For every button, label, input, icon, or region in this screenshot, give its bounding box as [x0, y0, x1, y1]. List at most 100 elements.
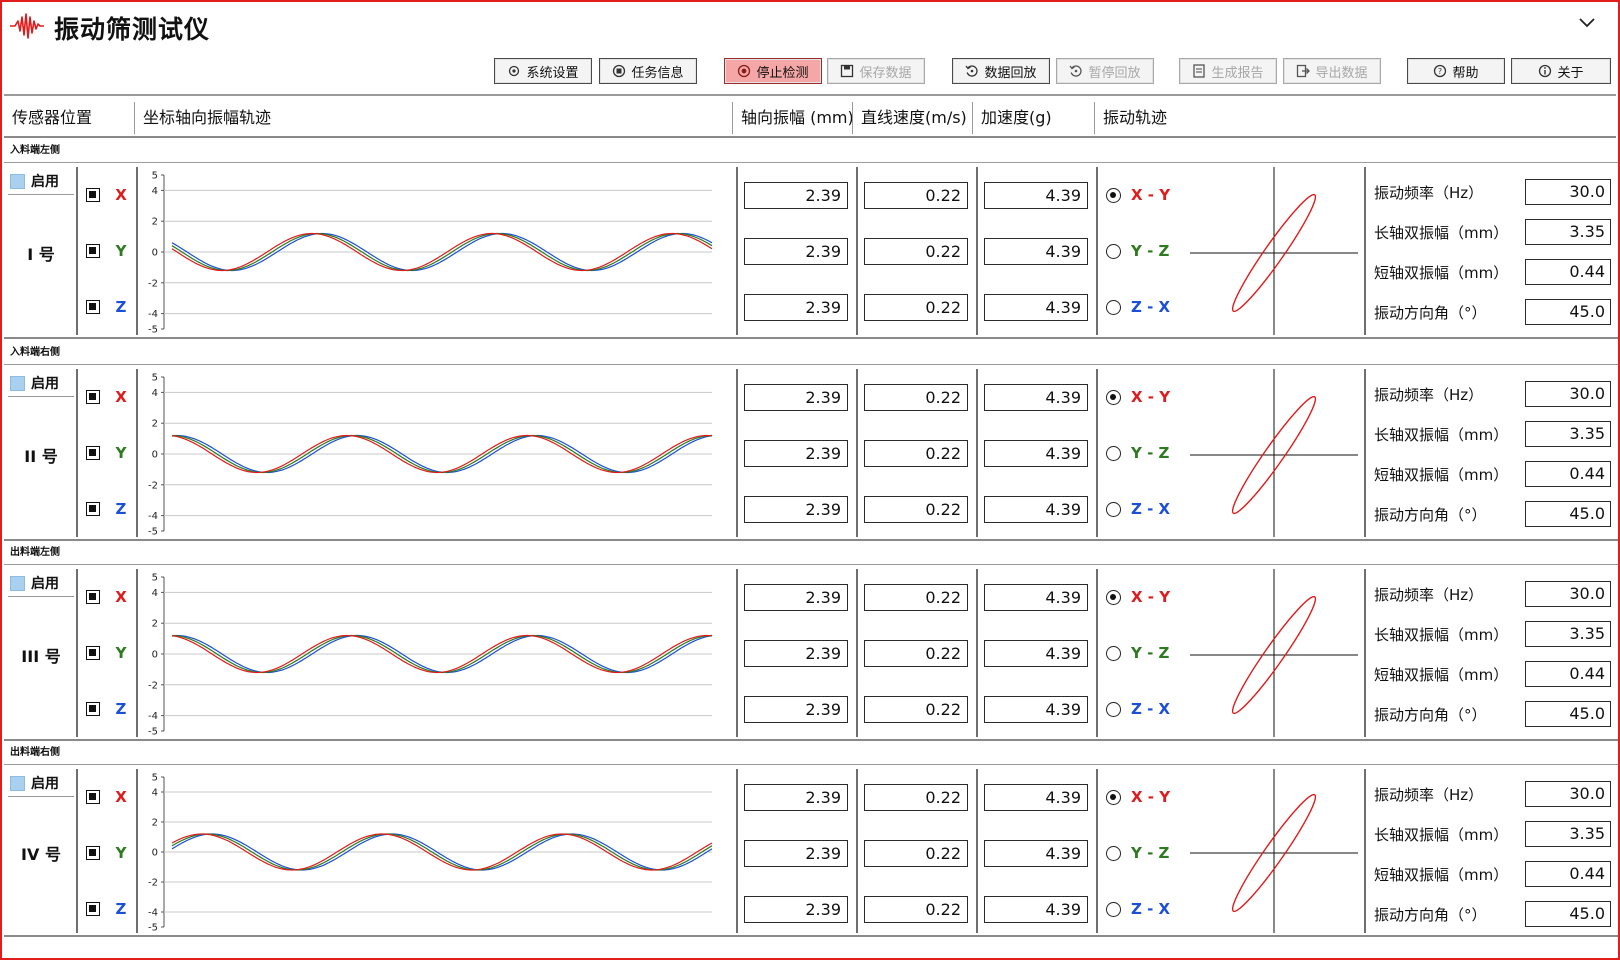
axis-y-checkbox[interactable] [86, 646, 100, 660]
y-tick-label: 4 [152, 588, 158, 599]
y-tick-label: 0 [152, 450, 158, 461]
plane-yz-radio[interactable]: Y - Z [1106, 242, 1169, 260]
enable-checkbox[interactable] [10, 173, 25, 189]
pause-replay-button[interactable]: 暂停回放 [1056, 58, 1154, 84]
column-header-row: 传感器位置 坐标轴向振幅轨迹 轴向振幅 (mm) 直线速度(m/s) 加速度(g… [4, 98, 1616, 138]
axis-x-label: X [115, 388, 127, 406]
plane-xy-radio[interactable]: X - Y [1106, 186, 1170, 204]
sensor-section: 出料端右侧 启用 IV 号 X Y Z 5 4 2 0 -2 -4 -5 2.39 2.39 2.39 0.22… [4, 741, 1618, 937]
plane-xy-radio[interactable]: X - Y [1106, 788, 1170, 806]
task-info-button[interactable]: 任务信息 [599, 58, 697, 84]
radio-button[interactable] [1106, 501, 1121, 517]
enable-toggle[interactable]: 启用 [10, 571, 74, 595]
chevron-down-icon[interactable] [1578, 16, 1596, 30]
axis-y-toggle[interactable]: Y [86, 242, 128, 260]
column-divider [1096, 769, 1098, 933]
axis-z-toggle[interactable]: Z [86, 500, 128, 518]
y-tick-label: 5 [152, 373, 158, 384]
enable-checkbox[interactable] [10, 375, 25, 391]
radio-button[interactable] [1106, 445, 1121, 461]
help-button[interactable]: ? 帮助 [1407, 58, 1505, 84]
y-tick-label: 2 [152, 217, 158, 228]
plane-zx-label: Z - X [1131, 500, 1171, 518]
radio-button[interactable] [1106, 389, 1121, 405]
sensor-row: 启用 I 号 X Y Z 5 4 2 0 -2 -4 -5 2.39 2.39 2.39 0.22 0.22 0.… [4, 163, 1618, 339]
sensor-name: IV 号 [21, 845, 61, 864]
axis-x-checkbox[interactable] [86, 790, 100, 804]
task-icon [613, 64, 626, 78]
axis-x-toggle[interactable]: X [86, 186, 128, 204]
radio-button[interactable] [1106, 299, 1121, 315]
axis-x-toggle[interactable]: X [86, 388, 128, 406]
enable-checkbox[interactable] [10, 575, 25, 591]
axis-y-checkbox[interactable] [86, 244, 100, 258]
amplitude-value: 2.39 [744, 840, 848, 867]
save-data-button[interactable]: 保存数据 [827, 58, 925, 84]
radio-button[interactable] [1106, 789, 1121, 805]
enable-toggle[interactable]: 启用 [10, 169, 74, 193]
axis-y-toggle[interactable]: Y [86, 644, 128, 662]
generate-report-button[interactable]: 生成报告 [1179, 58, 1277, 84]
axis-z-checkbox[interactable] [86, 502, 100, 516]
stat-long-axis-value: 3.35 [1525, 421, 1611, 447]
task-info-label: 任务信息 [631, 65, 684, 81]
velocity-value: 0.22 [864, 584, 968, 611]
plane-zx-radio[interactable]: Z - X [1106, 500, 1170, 518]
axis-x-toggle[interactable]: X [86, 588, 128, 606]
column-divider [856, 569, 858, 737]
radio-button[interactable] [1106, 645, 1121, 661]
plane-yz-radio[interactable]: Y - Z [1106, 844, 1169, 862]
column-divider [1096, 167, 1098, 335]
axis-z-toggle[interactable]: Z [86, 298, 128, 316]
plane-zx-radio[interactable]: Z - X [1106, 900, 1170, 918]
enable-toggle[interactable]: 启用 [10, 771, 74, 795]
plane-xy-radio[interactable]: X - Y [1106, 588, 1170, 606]
radio-button[interactable] [1106, 589, 1121, 605]
axis-z-checkbox[interactable] [86, 702, 100, 716]
radio-button[interactable] [1106, 187, 1121, 203]
acceleration-value: 4.39 [984, 238, 1088, 265]
axis-x-toggle[interactable]: X [86, 788, 128, 806]
axis-x-checkbox[interactable] [86, 590, 100, 604]
axis-z-checkbox[interactable] [86, 300, 100, 314]
axis-x-checkbox[interactable] [86, 188, 100, 202]
plane-yz-radio[interactable]: Y - Z [1106, 644, 1169, 662]
radio-button[interactable] [1106, 901, 1121, 917]
plane-yz-radio[interactable]: Y - Z [1106, 444, 1169, 462]
axis-y-checkbox[interactable] [86, 846, 100, 860]
amplitude-value: 2.39 [744, 182, 848, 209]
column-divider [1364, 167, 1366, 335]
y-tick-label: -5 [148, 325, 158, 336]
column-divider [856, 769, 858, 933]
about-button[interactable]: 关于 [1511, 58, 1611, 84]
axis-x-checkbox[interactable] [86, 390, 100, 404]
axis-z-checkbox[interactable] [86, 902, 100, 916]
system-settings-button[interactable]: 系统设置 [494, 58, 592, 84]
y-tick-label: -2 [148, 480, 158, 491]
radio-button[interactable] [1106, 243, 1121, 259]
enable-toggle[interactable]: 启用 [10, 371, 74, 395]
header-velocity: 直线速度(m/s) [861, 108, 967, 127]
stat-direction-value: 45.0 [1525, 701, 1611, 727]
axis-y-toggle[interactable]: Y [86, 844, 128, 862]
plane-xy-radio[interactable]: X - Y [1106, 388, 1170, 406]
sensor-row: 启用 II 号 X Y Z 5 4 2 0 -2 -4 -5 2.39 2.39 2.39 0.22 0.22 0… [4, 365, 1618, 541]
enable-label: 启用 [31, 376, 59, 392]
axis-z-toggle[interactable]: Z [86, 900, 128, 918]
axis-z-toggle[interactable]: Z [86, 700, 128, 718]
about-label: 关于 [1557, 65, 1584, 81]
enable-checkbox[interactable] [10, 775, 25, 791]
export-data-button[interactable]: 导出数据 [1283, 58, 1381, 84]
radio-button[interactable] [1106, 845, 1121, 861]
plane-zx-label: Z - X [1131, 700, 1171, 718]
stat-short-axis-value: 0.44 [1525, 661, 1611, 687]
stop-detection-button[interactable]: 停止检测 [724, 58, 822, 84]
axis-y-label: Y [115, 242, 127, 260]
plane-zx-radio[interactable]: Z - X [1106, 700, 1170, 718]
radio-button[interactable] [1106, 701, 1121, 717]
sensor-section: 入料端右侧 启用 II 号 X Y Z 5 4 2 0 -2 -4 -5 2.39 2.39 2.39 0.22… [4, 341, 1618, 541]
data-replay-button[interactable]: 数据回放 [952, 58, 1050, 84]
plane-zx-radio[interactable]: Z - X [1106, 298, 1170, 316]
axis-y-checkbox[interactable] [86, 446, 100, 460]
axis-y-toggle[interactable]: Y [86, 444, 128, 462]
